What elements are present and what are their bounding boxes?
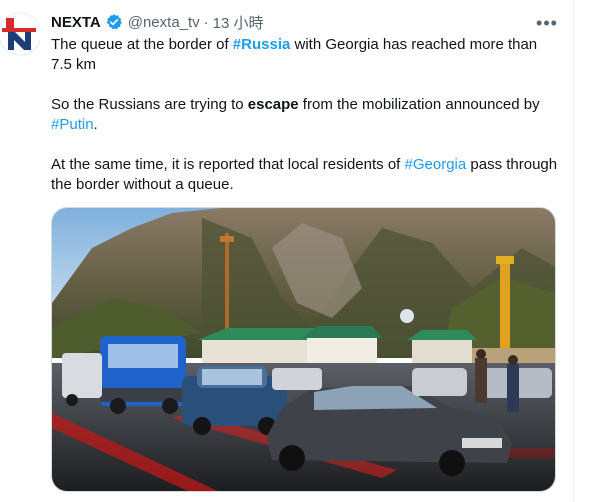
tweet-timestamp[interactable]: 13 小時 (213, 12, 264, 33)
text-segment: So the Russians are trying to (51, 96, 248, 113)
nexta-logo-icon (0, 12, 40, 56)
text-segment: from the mobilization announced by (298, 96, 540, 113)
text-segment: At the same time, it is reported that lo… (51, 156, 405, 173)
tweet-paragraph-2: So the Russians are trying to escape fro… (51, 95, 561, 135)
border-queue-photo-icon (52, 208, 555, 491)
text-segment: . (93, 116, 98, 133)
bold-word-escape: escape (247, 96, 299, 113)
hashtag-georgia[interactable]: #Georgia (405, 156, 467, 173)
hashtag-russia[interactable]: #Russia (233, 36, 291, 53)
header-separator: · (203, 13, 209, 31)
tweet-paragraph-3: At the same time, it is reported that lo… (51, 155, 561, 195)
tweet-header: NEXTA @nexta_tv · 13 小時 (51, 12, 264, 32)
more-options-icon[interactable]: ••• (532, 12, 562, 34)
hashtag-putin[interactable]: #Putin (51, 116, 94, 133)
text-segment: The queue at the border of (51, 36, 233, 53)
tweet-media-photo[interactable] (51, 207, 556, 492)
tweet-text: The queue at the border of #Russia with … (51, 35, 561, 215)
verified-badge-icon (105, 13, 123, 31)
page-scrollbar[interactable] (574, 0, 596, 502)
author-handle[interactable]: @nexta_tv (128, 14, 200, 31)
tweet-paragraph-1: The queue at the border of #Russia with … (51, 35, 561, 75)
author-name[interactable]: NEXTA (51, 14, 101, 31)
tweet-card[interactable]: NEXTA @nexta_tv · 13 小時 ••• The queue at… (0, 0, 574, 502)
avatar[interactable] (0, 8, 40, 56)
